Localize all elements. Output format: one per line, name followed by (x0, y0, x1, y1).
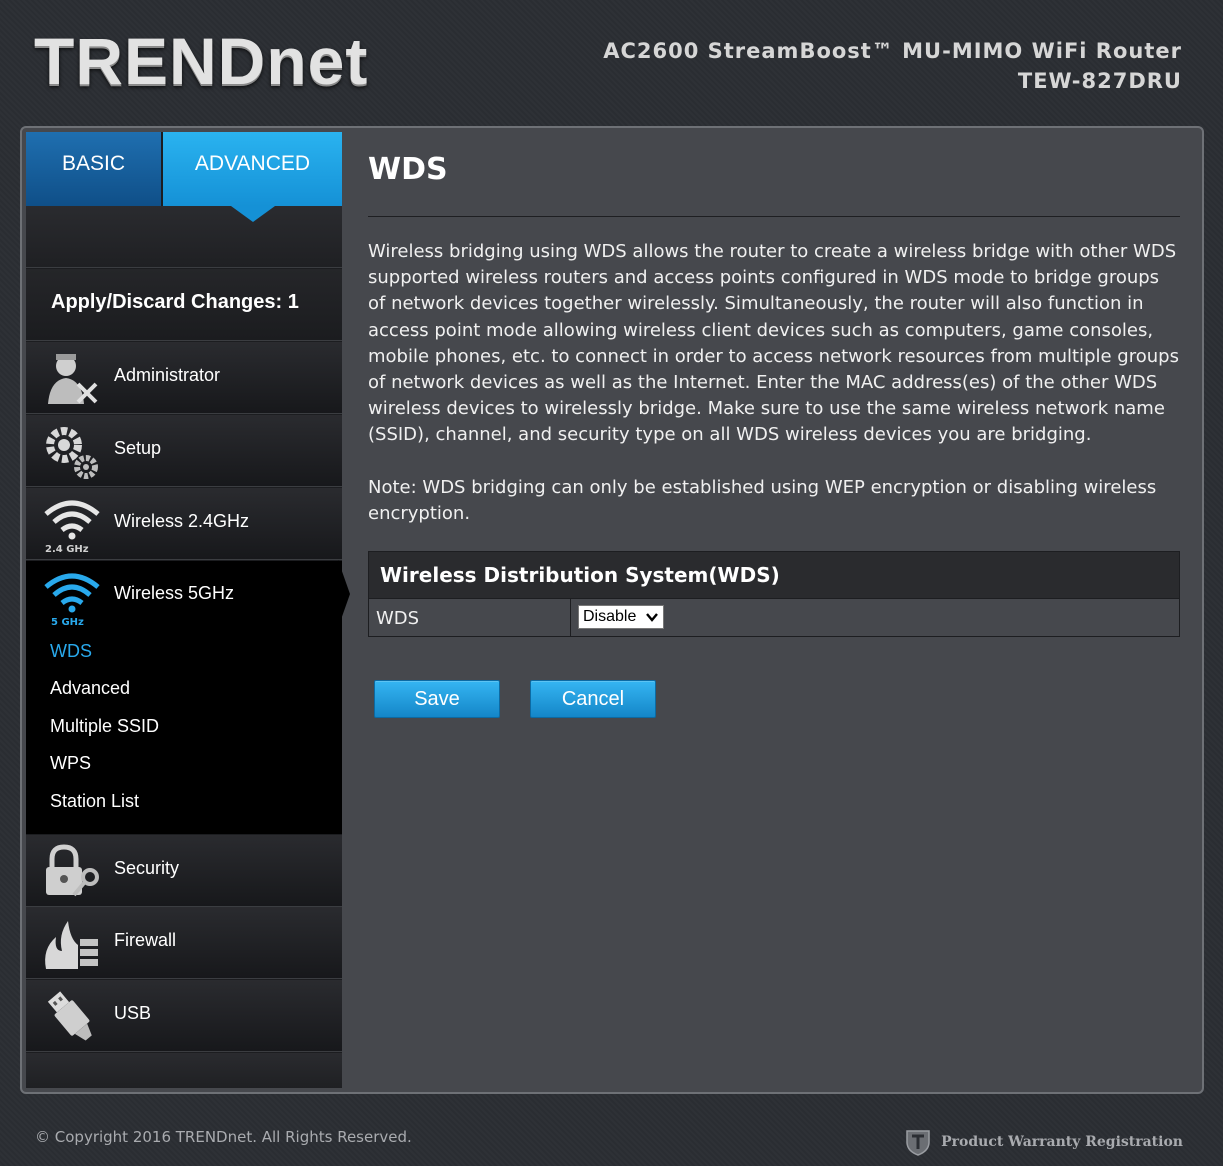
sidebar-item-wireless-5ghz[interactable]: 5 GHz Wireless 5GHz WDS Advanced Multipl… (26, 561, 342, 834)
trendnet-logo: TRENDnet (34, 24, 369, 98)
sidebar-item-setup[interactable]: Setup (26, 415, 342, 487)
apply-discard-changes[interactable]: Apply/Discard Changes: 1 (26, 269, 342, 341)
lock-key-icon (46, 844, 99, 897)
subnav-station-list[interactable]: Station List (50, 791, 139, 812)
subnav-multiple-ssid[interactable]: Multiple SSID (50, 716, 159, 737)
firewall-icon (45, 921, 98, 969)
table-heading: Wireless Distribution System(WDS) (369, 552, 1179, 599)
sidebar-item-security[interactable]: Security (26, 835, 342, 907)
wds-row-label: WDS (369, 599, 571, 636)
table-row: WDS Disable (369, 599, 1179, 636)
wifi-5ghz-icon: 5 GHz (44, 573, 100, 627)
product-line: AC2600 StreamBoost™ MU-MIMO WiFi Router (603, 39, 1182, 63)
usb-icon (47, 991, 92, 1041)
wds-row-value: Disable (571, 599, 1179, 636)
title-divider (368, 216, 1180, 217)
gear-icon (46, 427, 98, 479)
wds-settings-table: Wireless Distribution System(WDS) WDS Di… (368, 551, 1180, 637)
sidebar-item-administrator[interactable]: Administrator (26, 342, 342, 414)
copyright-text: © Copyright 2016 TRENDnet. All Rights Re… (35, 1128, 412, 1146)
save-button[interactable]: Save (374, 680, 500, 718)
product-header: AC2600 StreamBoost™ MU-MIMO WiFi Router … (603, 36, 1182, 96)
subnav-advanced[interactable]: Advanced (50, 678, 130, 699)
sidebar-item-label: USB (114, 1003, 152, 1023)
wds-select-value: Disable (583, 608, 637, 625)
sidebar-footer (26, 1053, 342, 1088)
sidebar-item-firewall[interactable]: Firewall (26, 907, 342, 979)
subnav-wps[interactable]: WPS (50, 753, 91, 774)
subnav-wds[interactable]: WDS (50, 641, 92, 662)
active-item-pointer (338, 560, 350, 628)
wds-note: Note: WDS bridging can only be establish… (368, 477, 1157, 525)
administrator-icon (48, 354, 98, 404)
wds-description: Wireless bridging using WDS allows the r… (368, 241, 1179, 446)
page-title: WDS (368, 152, 448, 187)
sidebar-spacer (26, 206, 342, 268)
wifi-2-4ghz-icon: 2.4 GHz (44, 500, 100, 554)
chevron-down-icon (646, 613, 658, 622)
tab-advanced[interactable]: ADVANCED (163, 132, 342, 206)
mode-tabs: BASIC ADVANCED (26, 132, 342, 206)
active-tab-pointer (231, 206, 275, 222)
wifi-badge: 5 GHz (51, 617, 84, 627)
sidebar-item-label: Security (114, 858, 180, 878)
sidebar-item-label: Administrator (114, 365, 221, 385)
shield-icon (906, 1130, 930, 1156)
wds-select[interactable]: Disable (578, 605, 664, 629)
tab-basic[interactable]: BASIC (26, 132, 161, 206)
sidebar-item-usb[interactable]: USB (26, 980, 342, 1052)
sidebar: BASIC ADVANCED Apply/Discard Changes: 1 … (26, 132, 342, 1088)
wifi-badge: 2.4 GHz (45, 544, 89, 554)
warranty-label: Product Warranty Registration (941, 1134, 1183, 1150)
main-frame: BASIC ADVANCED Apply/Discard Changes: 1 … (20, 126, 1204, 1094)
sidebar-item-label: Firewall (114, 930, 177, 950)
sidebar-item-label: Wireless 2.4GHz (114, 511, 250, 531)
sidebar-item-label: Setup (114, 438, 162, 458)
sidebar-item-label: Wireless 5GHz (114, 583, 235, 603)
cancel-button[interactable]: Cancel (530, 680, 656, 718)
warranty-link[interactable]: Product Warranty Registration (905, 1128, 1183, 1156)
sidebar-item-wireless-2-4ghz[interactable]: 2.4 GHz Wireless 2.4GHz (26, 488, 342, 560)
product-model: TEW-827DRU (1017, 69, 1182, 93)
